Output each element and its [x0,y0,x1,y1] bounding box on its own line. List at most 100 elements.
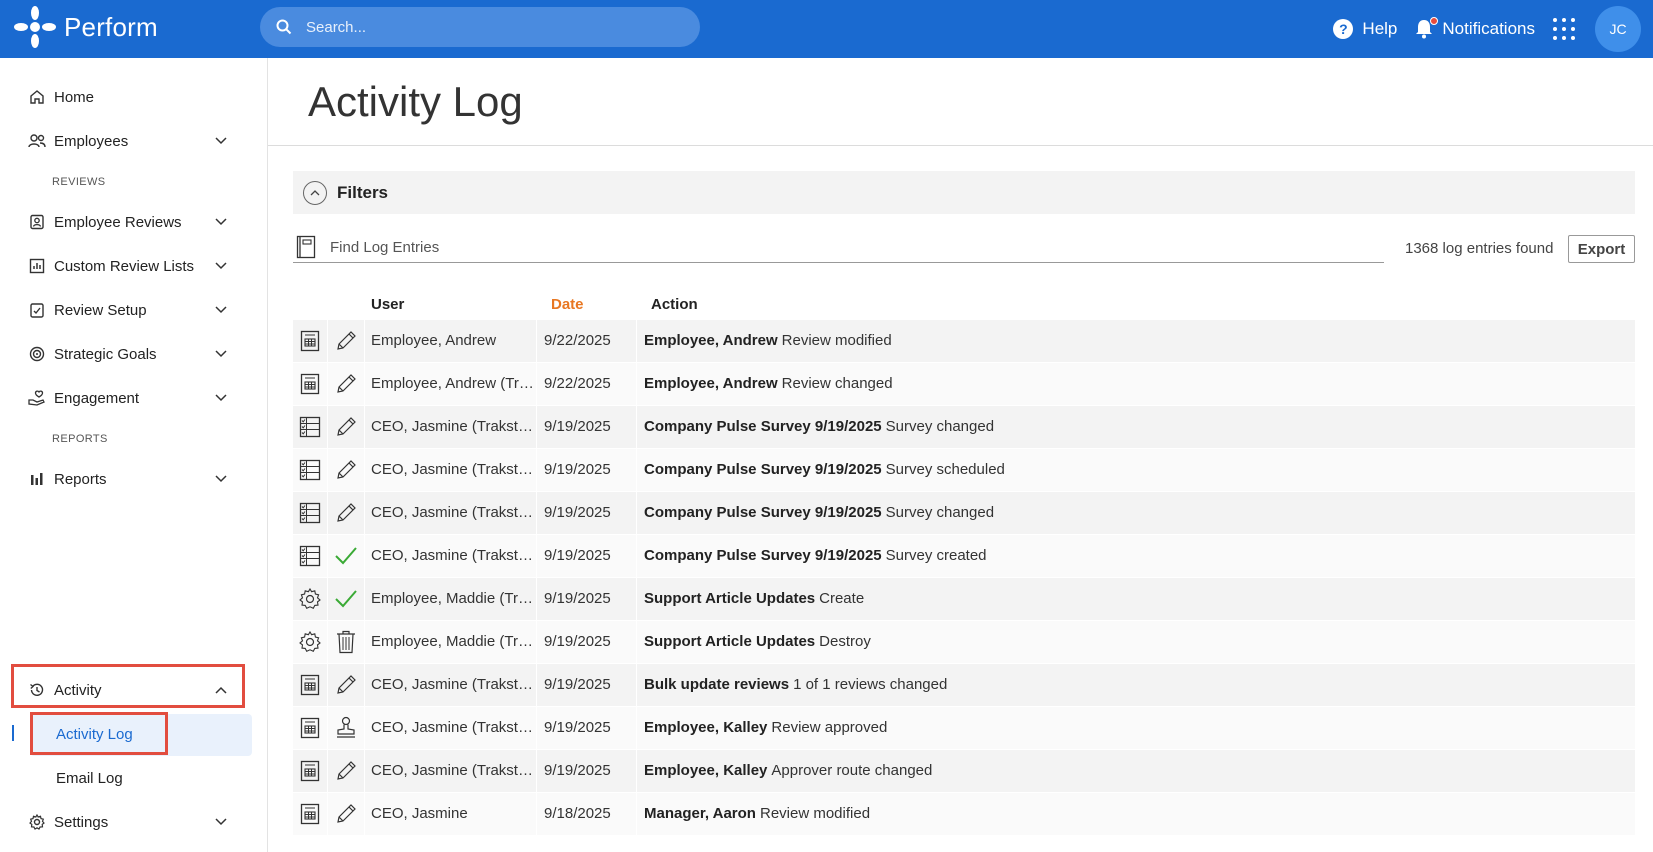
help-icon: ? [1333,19,1354,39]
sidebar-item-label: Strategic Goals [54,345,157,363]
cell-action: Bulk update reviews 1 of 1 reviews change… [637,664,1627,706]
action-subject: Company Pulse Survey 9/19/2025 [644,418,882,435]
table-row[interactable]: CEO, Jasmine (Trakstar Support)9/19/2025… [293,406,1635,448]
review-doc-icon [293,320,328,362]
survey-list-icon [293,492,328,534]
avatar[interactable]: JC [1595,6,1641,52]
sidebar-item-engagement[interactable]: Engagement [28,384,228,412]
review-doc-icon [293,793,328,835]
sidebar-item-custom-review-lists[interactable]: Custom Review Lists [28,252,228,280]
pencil-icon [328,750,365,792]
cell-action: Employee, Kalley Approver route changed [637,750,1627,792]
active-item-indicator [12,725,14,741]
cell-action: Employee, Kalley Review approved [637,707,1627,749]
sidebar-item-reports[interactable]: Reports [28,465,228,493]
sidebar-item-strategic-goals[interactable]: Strategic Goals [28,340,228,368]
chevron-down-icon [215,350,227,358]
people-icon [28,132,46,150]
action-text: Survey scheduled [885,461,1005,478]
sidebar-item-activity[interactable]: Activity [28,676,228,704]
sidebar-item-label: Employee Reviews [54,213,182,231]
action-subject: Employee, Andrew [644,332,778,349]
cell-action: Company Pulse Survey 9/19/2025 Survey cha… [637,492,1627,534]
cell-action: Employee, Andrew Review changed [637,363,1627,405]
cell-user: Employee, Maddie (Trakstar Support) [365,578,537,620]
cell-action: Company Pulse Survey 9/19/2025 Survey cre… [637,535,1627,577]
cell-action: Manager, Aaron Review modified [637,793,1627,835]
survey-list-icon [293,406,328,448]
top-bar-actions: ? Help Notifications JC [1333,0,1653,58]
table-row[interactable]: CEO, Jasmine (Trakstar Support)9/19/2025… [293,492,1635,534]
reports-icon [28,470,46,488]
filters-toggle[interactable]: Filters [293,171,1635,214]
cell-user: CEO, Jasmine (Trakstar Support) [365,492,537,534]
cell-user: Employee, Andrew [365,320,537,362]
cell-date: 9/19/2025 [537,449,637,491]
cell-user: Employee, Maddie (Trakstar Support) [365,621,537,663]
cell-date: 9/19/2025 [537,492,637,534]
cell-date: 9/19/2025 [537,707,637,749]
chevron-down-icon [215,394,227,402]
search-bar[interactable] [260,7,700,47]
cell-action: Employee, Andrew Review modified [637,320,1627,362]
cell-user: CEO, Jasmine (Trakstar Support) [365,449,537,491]
cell-date: 9/18/2025 [537,793,637,835]
chevron-down-icon [215,475,227,483]
cell-date: 9/19/2025 [537,621,637,663]
survey-list-icon [293,535,328,577]
table-row[interactable]: CEO, Jasmine (Trakstar Support)9/19/2025… [293,664,1635,706]
table-row[interactable]: Employee, Andrew 9/22/2025 Employee, Andre… [293,320,1635,362]
sidebar-item-label: Employees [54,132,129,150]
table-row[interactable]: CEO, Jasmine (Trakstar Support)9/19/2025… [293,535,1635,577]
sidebar-item-settings[interactable]: Settings [28,808,228,836]
table-row[interactable]: Employee, Andrew (Trakstar Support)9/22/… [293,363,1635,405]
table-row[interactable]: CEO, Jasmine (Trakstar Support)9/19/2025… [293,449,1635,491]
search-input[interactable] [306,18,666,36]
home-icon [28,88,46,106]
table-row[interactable]: Employee, Maddie (Trakstar Support)9/19/… [293,621,1635,663]
pencil-icon [328,406,365,448]
apps-grid-icon[interactable] [1553,18,1575,40]
hand-heart-icon [28,389,46,407]
action-subject: Employee, Andrew [644,375,778,392]
find-log-entries-input[interactable] [330,238,1230,256]
help-button[interactable]: ? Help [1333,19,1397,39]
table-row[interactable]: CEO, Jasmine (Trakstar Support)9/19/2025… [293,750,1635,792]
table-row[interactable]: CEO, Jasmine 9/18/2025 Manager, Aaron Revie… [293,793,1635,835]
column-header-date[interactable]: Date [551,296,584,313]
sidebar-subitem-email-log[interactable]: Email Log [56,770,123,787]
column-header-action[interactable]: Action [651,296,698,313]
table-row[interactable]: CEO, Jasmine (Trakstar Support)9/19/2025… [293,707,1635,749]
bar-chart-icon [28,257,46,275]
sidebar-item-review-setup[interactable]: Review Setup [28,296,228,324]
sidebar-item-employees[interactable]: Employees [28,127,228,155]
gear-icon [293,621,328,663]
sidebar-item-home[interactable]: Home [28,83,228,111]
chevron-down-icon [215,306,227,314]
notifications-button[interactable]: Notifications [1415,17,1535,39]
cell-date: 9/22/2025 [537,363,637,405]
sidebar-subitem-activity-log[interactable]: Activity Log [56,726,133,743]
brand-logo[interactable]: Perform [12,4,158,50]
pencil-icon [328,793,365,835]
cell-action: Company Pulse Survey 9/19/2025 Survey cha… [637,406,1627,448]
action-text: Destroy [819,633,871,650]
checkmark-icon [328,578,365,620]
sidebar-item-employee-reviews[interactable]: Employee Reviews [28,208,228,236]
action-subject: Employee, Kalley [644,762,768,779]
pencil-icon [328,449,365,491]
sidebar-item-label: Engagement [54,389,140,407]
action-subject: Company Pulse Survey 9/19/2025 [644,461,882,478]
export-button[interactable]: Export [1568,235,1635,263]
review-doc-icon [293,363,328,405]
cell-user: CEO, Jasmine [365,793,537,835]
cell-user: CEO, Jasmine (Trakstar Support) [365,535,537,577]
action-text: Review changed [781,375,893,392]
column-header-user[interactable]: User [371,296,404,313]
cell-date: 9/19/2025 [537,535,637,577]
cell-date: 9/22/2025 [537,320,637,362]
find-log-entries[interactable] [293,232,1384,263]
table-row[interactable]: Employee, Maddie (Trakstar Support)9/19/… [293,578,1635,620]
cell-user: CEO, Jasmine (Trakstar Support) [365,707,537,749]
badge-icon [28,213,46,231]
